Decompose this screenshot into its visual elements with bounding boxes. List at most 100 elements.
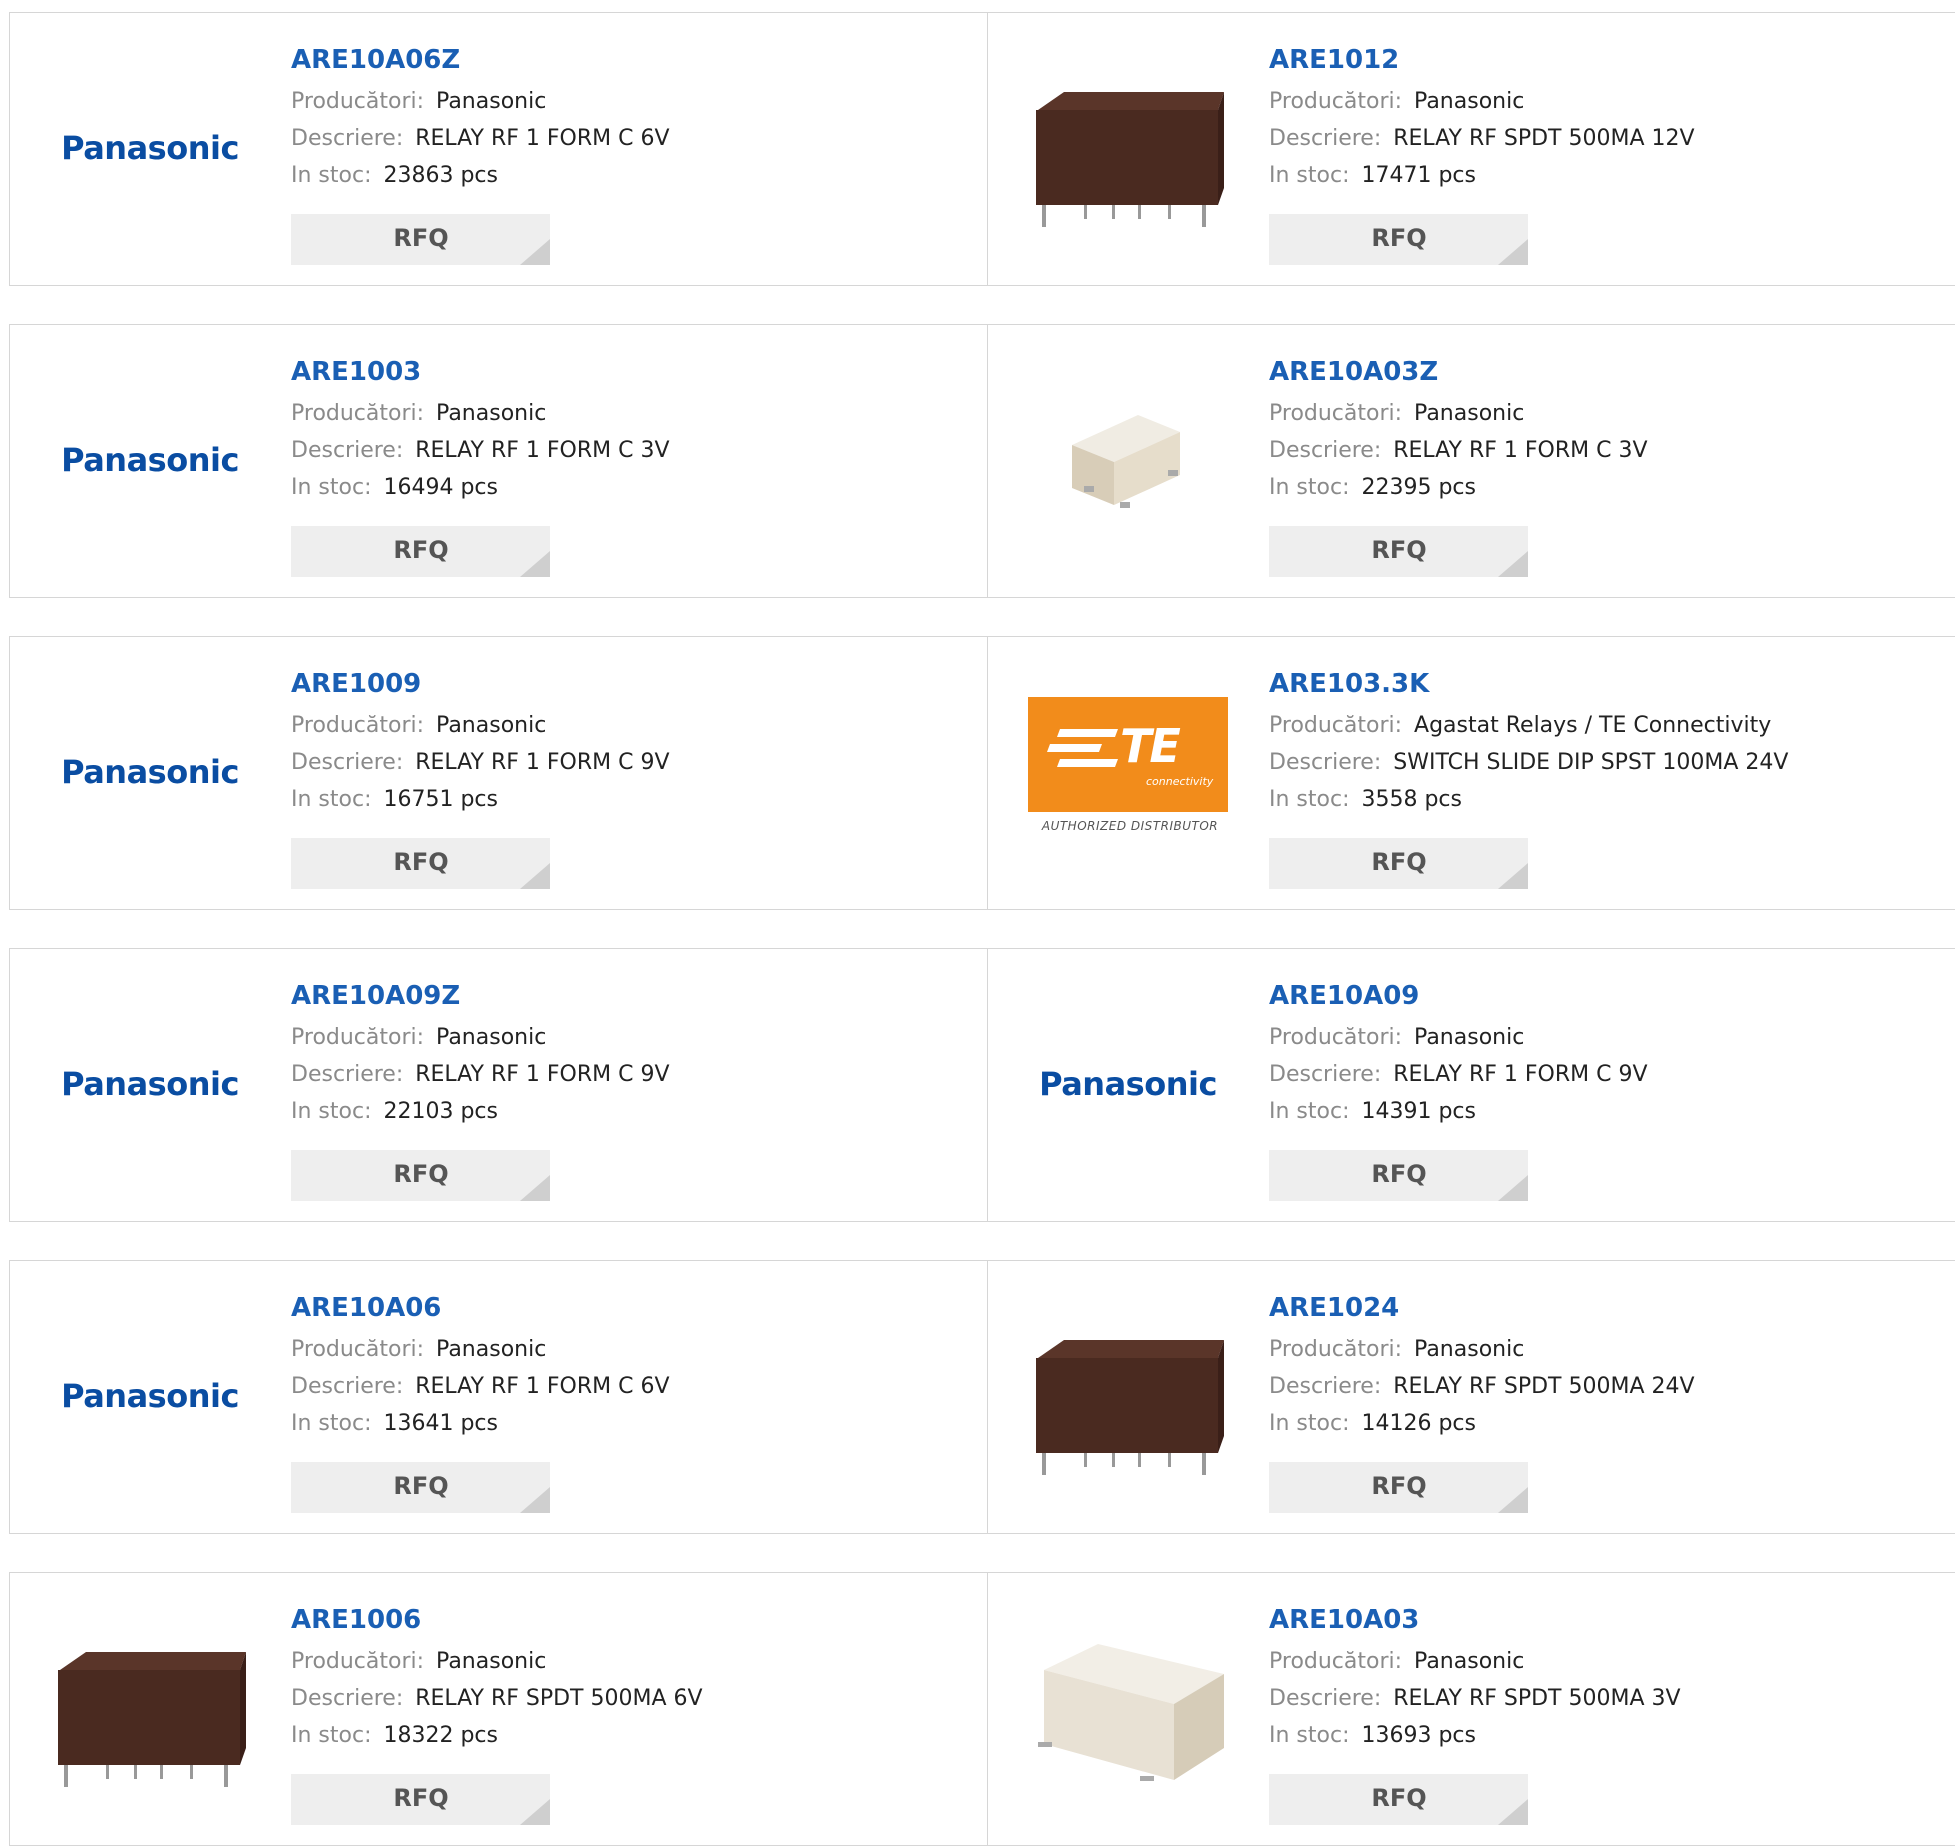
product-image[interactable]: TE connectivity AUTHORIZED DISTRIBUTOR (1028, 672, 1228, 872)
product-card: Panasonic ARE10A06Z Producători: Panasoni… (10, 13, 988, 285)
description-line: Descriere: RELAY RF SPDT 500MA 6V (291, 1680, 951, 1717)
part-number-link[interactable]: ARE10A06 (291, 1291, 951, 1325)
product-image[interactable]: Panasonic (50, 672, 250, 872)
rfq-label: RFQ (1371, 224, 1427, 252)
part-number-link[interactable]: ARE1003 (291, 355, 951, 389)
rfq-button[interactable]: RFQ (291, 838, 550, 889)
product-image[interactable] (1028, 1296, 1228, 1496)
product-image[interactable] (1028, 360, 1228, 560)
te-logo-text: TE (1120, 719, 1181, 773)
rfq-button[interactable]: RFQ (291, 1462, 550, 1513)
rfq-label: RFQ (393, 224, 449, 252)
description-value: RELAY RF 1 FORM C 9V (415, 750, 670, 775)
part-number-link[interactable]: ARE1009 (291, 667, 951, 701)
part-number-link[interactable]: ARE1012 (1269, 43, 1929, 77)
panasonic-logo: Panasonic (61, 441, 239, 479)
product-info: ARE10A09Z Producători: Panasonic Descrier… (291, 979, 951, 1130)
rfq-button[interactable]: RFQ (1269, 214, 1528, 265)
stock-label: In stoc: (1269, 1411, 1350, 1436)
part-number-link[interactable]: ARE103.3K (1269, 667, 1929, 701)
relay-photo (1038, 1644, 1224, 1781)
rfq-button[interactable]: RFQ (1269, 838, 1528, 889)
description-label: Descriere: (1269, 1374, 1382, 1399)
panasonic-logo: Panasonic (61, 1377, 239, 1415)
product-card: Panasonic ARE10A09Z Producători: Panasoni… (10, 949, 988, 1221)
manufacturer-value: Panasonic (436, 713, 547, 738)
product-image[interactable]: Panasonic (50, 984, 250, 1184)
product-image[interactable] (1028, 48, 1228, 248)
manufacturer-line: Producători: Panasonic (291, 707, 951, 744)
product-image[interactable] (50, 1608, 250, 1808)
part-number-link[interactable]: ARE10A06Z (291, 43, 951, 77)
panasonic-logo: Panasonic (1039, 1065, 1217, 1103)
stock-value: 14126 pcs (1361, 1411, 1476, 1436)
rfq-button[interactable]: RFQ (291, 1774, 550, 1825)
manufacturer-line: Producători: Panasonic (1269, 83, 1929, 120)
stock-value: 13693 pcs (1361, 1723, 1476, 1748)
rfq-button[interactable]: RFQ (1269, 1462, 1528, 1513)
rfq-label: RFQ (1371, 1160, 1427, 1188)
manufacturer-label: Producători: (291, 1025, 425, 1050)
rfq-button[interactable]: RFQ (291, 214, 550, 265)
manufacturer-value: Panasonic (436, 1649, 547, 1674)
manufacturer-line: Producători: Panasonic (1269, 1643, 1929, 1680)
manufacturer-line: Producători: Panasonic (291, 395, 951, 432)
product-image[interactable]: Panasonic (50, 1296, 250, 1496)
product-info: ARE1024 Producători: Panasonic Descriere:… (1269, 1291, 1929, 1442)
stock-line: In stoc: 22395 pcs (1269, 469, 1929, 506)
product-image[interactable] (1028, 1608, 1228, 1808)
part-number-link[interactable]: ARE10A03 (1269, 1603, 1929, 1637)
stock-line: In stoc: 3558 pcs (1269, 781, 1929, 818)
description-line: Descriere: RELAY RF 1 FORM C 6V (291, 1368, 951, 1405)
description-line: Descriere: RELAY RF 1 FORM C 3V (1269, 432, 1929, 469)
rfq-label: RFQ (1371, 536, 1427, 564)
description-value: RELAY RF SPDT 500MA 24V (1393, 1374, 1695, 1399)
manufacturer-line: Producători: Agastat Relays / TE Connecti… (1269, 707, 1929, 744)
product-row: Panasonic ARE10A09Z Producători: Panasoni… (9, 948, 1955, 1222)
rfq-label: RFQ (393, 1472, 449, 1500)
description-value: RELAY RF SPDT 500MA 12V (1393, 126, 1695, 151)
stock-value: 14391 pcs (1361, 1099, 1476, 1124)
product-image[interactable]: Panasonic (50, 48, 250, 248)
manufacturer-label: Producători: (291, 1337, 425, 1362)
manufacturer-label: Producători: (1269, 89, 1403, 114)
manufacturer-line: Producători: Panasonic (291, 1643, 951, 1680)
part-number-link[interactable]: ARE10A09 (1269, 979, 1929, 1013)
part-number-link[interactable]: ARE10A03Z (1269, 355, 1929, 389)
stock-line: In stoc: 13641 pcs (291, 1405, 951, 1442)
manufacturer-line: Producători: Panasonic (291, 1019, 951, 1056)
product-image[interactable]: Panasonic (1028, 984, 1228, 1184)
manufacturer-label: Producători: (291, 1649, 425, 1674)
description-label: Descriere: (1269, 126, 1382, 151)
part-number-link[interactable]: ARE1024 (1269, 1291, 1929, 1325)
relay-photo (1036, 92, 1224, 227)
rfq-button[interactable]: RFQ (291, 1150, 550, 1201)
stock-value: 16494 pcs (383, 475, 498, 500)
product-info: ARE1012 Producători: Panasonic Descriere:… (1269, 43, 1929, 194)
rfq-corner-decoration (1498, 239, 1528, 265)
description-label: Descriere: (291, 750, 404, 775)
description-line: Descriere: RELAY RF SPDT 500MA 24V (1269, 1368, 1929, 1405)
stock-line: In stoc: 14126 pcs (1269, 1405, 1929, 1442)
manufacturer-line: Producători: Panasonic (1269, 395, 1929, 432)
manufacturer-label: Producători: (291, 713, 425, 738)
rfq-button[interactable]: RFQ (1269, 1150, 1528, 1201)
rfq-corner-decoration (520, 863, 550, 889)
part-number-link[interactable]: ARE1006 (291, 1603, 951, 1637)
product-image[interactable]: Panasonic (50, 360, 250, 560)
rfq-label: RFQ (1371, 1472, 1427, 1500)
part-number-link[interactable]: ARE10A09Z (291, 979, 951, 1013)
rfq-corner-decoration (520, 1175, 550, 1201)
product-row: Panasonic ARE10A06Z Producători: Panasoni… (9, 12, 1955, 286)
stock-label: In stoc: (1269, 475, 1350, 500)
rfq-button[interactable]: RFQ (1269, 526, 1528, 577)
product-info: ARE10A06Z Producători: Panasonic Descrier… (291, 43, 951, 194)
rfq-corner-decoration (1498, 551, 1528, 577)
product-card: Panasonic ARE10A09 Producători: Panasonic… (988, 949, 1955, 1221)
description-label: Descriere: (291, 1686, 404, 1711)
rfq-button[interactable]: RFQ (291, 526, 550, 577)
description-value: RELAY RF 1 FORM C 6V (415, 126, 670, 151)
rfq-button[interactable]: RFQ (1269, 1774, 1528, 1825)
stock-line: In stoc: 16751 pcs (291, 781, 951, 818)
panasonic-logo: Panasonic (61, 1065, 239, 1103)
